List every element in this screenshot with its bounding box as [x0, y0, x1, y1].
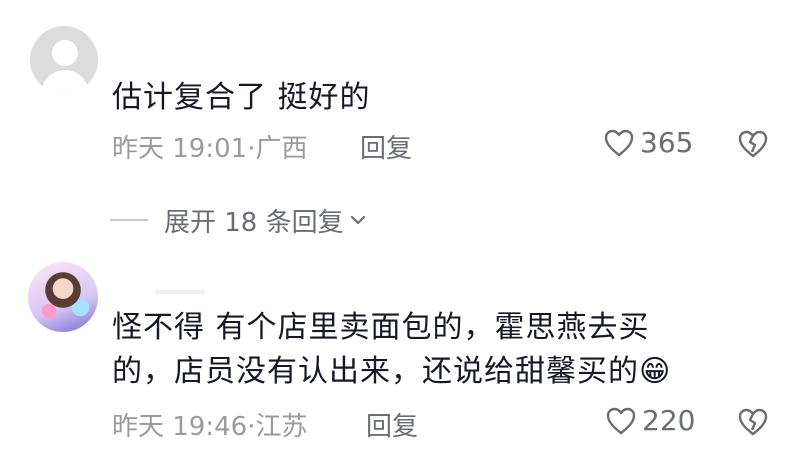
reply-button[interactable]: 回复	[366, 406, 418, 443]
avatar[interactable]	[30, 26, 98, 94]
reply-button[interactable]: 回复	[360, 128, 412, 165]
dislike-button[interactable]	[738, 130, 768, 162]
broken-heart-icon	[738, 408, 768, 436]
broken-heart-icon	[738, 130, 768, 158]
comment-text-line: 怪不得 有个店里卖面包的，霍思燕去买	[112, 310, 650, 345]
heart-outline-icon	[606, 407, 636, 434]
expand-replies-label: 展开 18 条回复	[164, 207, 344, 238]
comment-meta: 昨天 19:01·广西	[112, 134, 308, 164]
divider	[110, 219, 148, 221]
comment-meta: 昨天 19:46·江苏	[112, 412, 308, 442]
like-count: 365	[640, 126, 694, 159]
like-count: 220	[642, 404, 696, 437]
comment-text: 怪不得 有个店里卖面包的，霍思燕去买 的，店员没有认出来，还说给甜馨买的😁	[112, 306, 671, 394]
heart-outline-icon	[604, 129, 634, 156]
comment-text-line: 的，店员没有认出来，还说给甜馨买的😁	[112, 354, 672, 389]
comment-text: 估计复合了 挺好的	[112, 80, 371, 115]
like-button[interactable]: 365	[604, 126, 693, 159]
like-button[interactable]: 220	[606, 404, 695, 437]
expand-replies-button[interactable]: 展开 18 条回复	[110, 200, 366, 240]
chevron-down-icon	[350, 215, 365, 225]
username-placeholder	[155, 290, 205, 294]
avatar[interactable]	[28, 262, 98, 332]
dislike-button[interactable]	[738, 408, 768, 440]
